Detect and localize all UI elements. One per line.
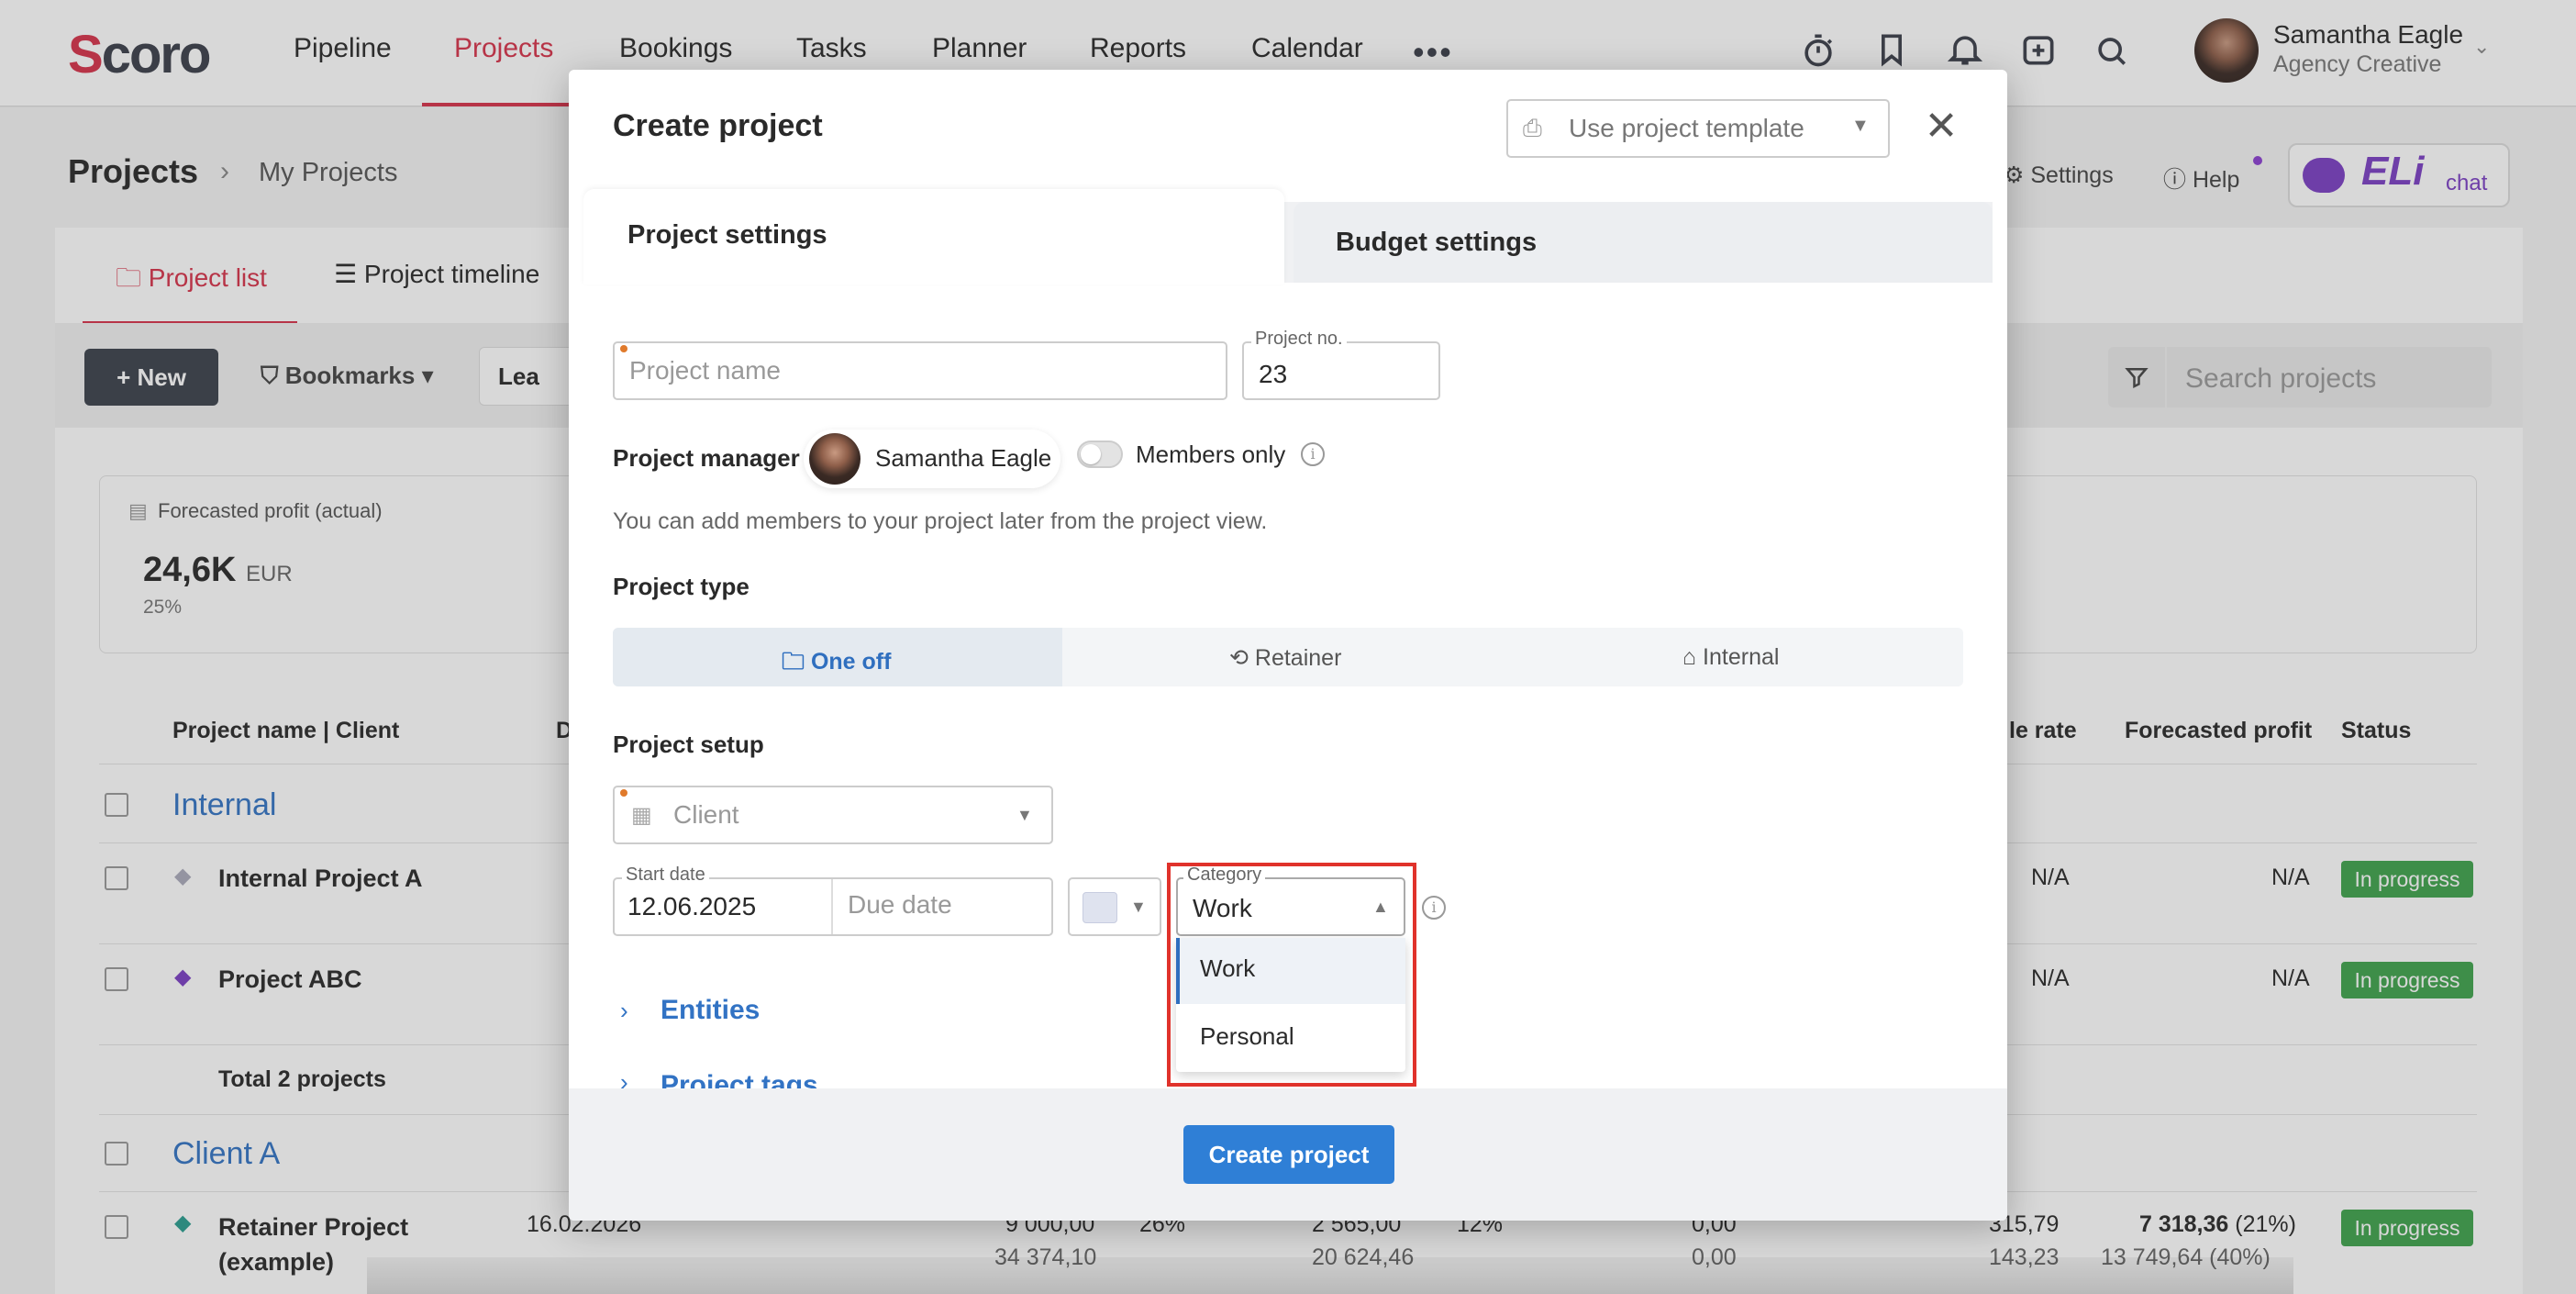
- members-only-label: Members only: [1136, 441, 1286, 468]
- manager-name: Samantha Eagle: [875, 444, 1052, 472]
- project-type-retainer[interactable]: ⟲ Retainer: [1229, 644, 1341, 672]
- project-type-label: Project type: [613, 573, 749, 600]
- project-type-internal[interactable]: ⌂ Internal: [1682, 644, 1779, 671]
- highlight-box: [1167, 863, 1416, 1087]
- info-icon[interactable]: i: [1301, 442, 1325, 466]
- create-project-button[interactable]: Create project: [1183, 1125, 1394, 1184]
- info-icon[interactable]: i: [1422, 896, 1446, 920]
- start-date-input[interactable]: 12.06.2025: [627, 892, 756, 921]
- tab-budget-settings[interactable]: Budget settings: [1294, 202, 1993, 283]
- start-date-label: Start date: [622, 865, 709, 886]
- entities-section[interactable]: Entities: [661, 995, 760, 1026]
- required-indicator: [620, 789, 627, 797]
- members-note: You can add members to your project late…: [613, 508, 1268, 534]
- chevron-down-icon: ▼: [1851, 116, 1870, 136]
- tab-project-settings[interactable]: Project settings: [583, 189, 1284, 284]
- template-icon: ⎙: [1523, 114, 1542, 141]
- modal-title: Create project: [613, 108, 823, 143]
- client-icon: ▦: [631, 803, 652, 828]
- internal-text: Internal: [1703, 644, 1780, 670]
- project-number-label: Project no.: [1251, 329, 1347, 350]
- client-placeholder: Client: [673, 800, 739, 829]
- close-icon[interactable]: ✕: [1921, 103, 1961, 149]
- color-swatch: [1083, 892, 1117, 923]
- project-number-input[interactable]: 23: [1242, 341, 1440, 400]
- project-tags-section[interactable]: Project tags: [661, 1070, 818, 1088]
- chevron-right-icon[interactable]: ›: [620, 997, 628, 1025]
- chevron-down-icon: ▼: [1130, 898, 1147, 916]
- manager-avatar: [809, 433, 861, 485]
- project-name-placeholder: Project name: [629, 356, 781, 385]
- project-setup-label: Project setup: [613, 731, 764, 758]
- project-name-input[interactable]: Project name: [613, 341, 1227, 400]
- color-picker[interactable]: ▼: [1068, 877, 1161, 936]
- retainer-text: Retainer: [1254, 645, 1342, 671]
- client-select[interactable]: ▦ Client ▼: [613, 786, 1053, 844]
- tags-row-clip: › Project tags: [569, 1065, 2007, 1088]
- members-only-toggle[interactable]: [1077, 441, 1123, 468]
- project-number-value: 23: [1259, 360, 1288, 388]
- chevron-down-icon: ▼: [1016, 806, 1033, 824]
- project-manager-label: Project manager: [613, 444, 800, 472]
- tab-project-label: Project settings: [627, 220, 827, 250]
- one-off-text: One off: [810, 649, 892, 675]
- project-type-one-off-label: 🗀 One off: [782, 649, 892, 675]
- project-template-select[interactable]: Use project template: [1506, 99, 1890, 158]
- required-indicator: [620, 345, 627, 352]
- due-date-input[interactable]: Due date: [848, 890, 952, 920]
- chevron-right-icon[interactable]: ›: [620, 1068, 628, 1088]
- tab-budget-label: Budget settings: [1336, 228, 1538, 257]
- date-divider: [831, 879, 833, 934]
